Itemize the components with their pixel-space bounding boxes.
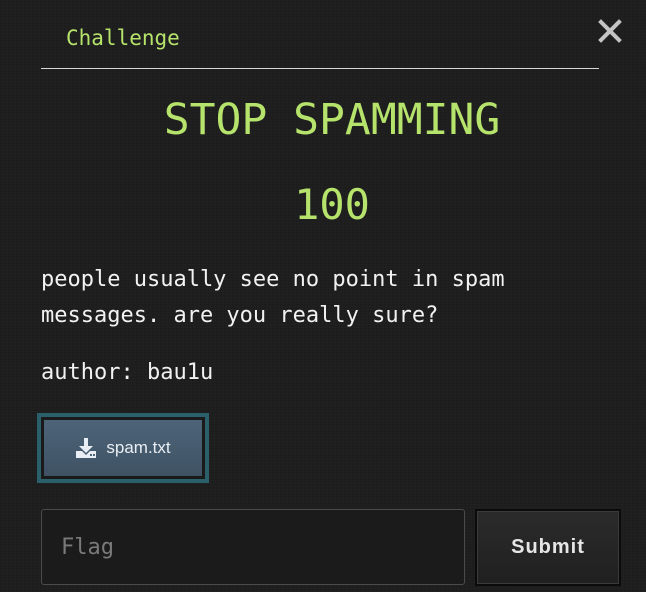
submit-button[interactable]: Submit — [475, 509, 621, 586]
flag-input[interactable] — [41, 509, 465, 585]
close-icon — [598, 19, 622, 43]
tab-divider — [41, 68, 599, 69]
file-name-label: spam.txt — [106, 438, 171, 457]
download-icon — [75, 437, 97, 459]
challenge-modal: Challenge STOP SPAMMING 100 people usual… — [0, 0, 646, 592]
tab-challenge[interactable]: Challenge — [66, 26, 180, 50]
challenge-description: people usually see no point in spam mess… — [41, 267, 505, 328]
challenge-author: author: bau1u — [41, 360, 214, 385]
file-download-button[interactable]: spam.txt — [37, 413, 209, 483]
challenge-points: 100 — [294, 180, 370, 229]
close-button[interactable] — [596, 17, 624, 45]
challenge-title: STOP SPAMMING — [163, 95, 501, 145]
